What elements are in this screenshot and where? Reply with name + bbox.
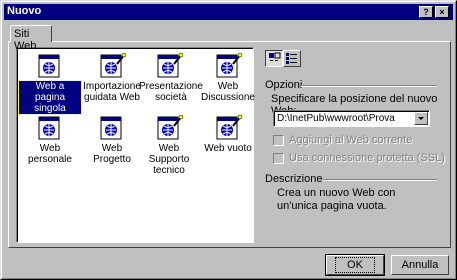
close-button[interactable]: × [435, 6, 449, 18]
add-to-current-label: Aggiungi al Web corrente [289, 134, 413, 146]
personal-web-icon [38, 116, 60, 140]
template-label: Presentazione società [139, 81, 203, 103]
discussion-web-icon [216, 52, 243, 78]
tab-siti-web[interactable]: Siti Web [10, 25, 52, 52]
template-list[interactable]: Web a pagina singola Importazione guidata… [16, 47, 255, 243]
options-divider [301, 85, 437, 87]
description-text: Crea un nuovo Web con un'unica pagina vu… [277, 187, 396, 212]
window-title: Nuovo [7, 5, 42, 17]
list-icon [286, 53, 297, 64]
cancel-button[interactable]: Annulla [391, 255, 449, 275]
template-item[interactable]: Web Discussione [197, 52, 259, 112]
location-combo[interactable]: D:\InetPub\wwwroot\Prova [273, 110, 430, 127]
large-icons-view-button[interactable] [265, 50, 283, 67]
single-page-web-icon [38, 54, 60, 78]
template-label: Web Discussione [201, 81, 255, 103]
template-item[interactable]: Presentazione società [138, 52, 203, 112]
template-label: Web Progetto [93, 143, 131, 165]
help-button[interactable]: ? [419, 6, 433, 18]
template-item[interactable]: Web vuoto [197, 114, 259, 174]
list-view-button[interactable] [283, 50, 301, 67]
description-divider [323, 179, 437, 181]
large-icons-icon [269, 52, 281, 61]
ok-button[interactable]: OK [325, 254, 385, 276]
template-label: Web a pagina singola [18, 80, 82, 115]
location-value: D:\InetPub\wwwroot\Prova [277, 113, 395, 124]
description-heading: Descrizione [265, 173, 323, 185]
secure-connection-checkbox[interactable] [273, 153, 284, 164]
template-label: Web vuoto [204, 143, 252, 154]
ok-button-label: OK [335, 257, 375, 273]
dropdown-arrow-icon[interactable] [414, 112, 428, 125]
cancel-button-label: Annulla [401, 259, 439, 271]
template-label: Web Supporto tecnico [148, 143, 190, 176]
add-to-current-checkbox[interactable] [273, 135, 284, 146]
project-web-icon [100, 116, 122, 140]
secure-connection-label: Usa connessione protetta (SSL) [289, 152, 445, 164]
title-bar[interactable]: Nuovo ? × [4, 4, 453, 20]
template-item[interactable]: Web Supporto tecnico [138, 114, 200, 176]
new-web-dialog: Nuovo ? × Siti Web Web a pagina singola I… [0, 0, 457, 280]
template-label: Importazione guidata Web [83, 81, 141, 103]
template-item[interactable]: Web Progetto [81, 114, 143, 174]
template-item[interactable]: Web a pagina singola [18, 52, 82, 115]
import-wizard-icon [100, 52, 127, 78]
company-presentation-icon [157, 52, 184, 78]
empty-web-icon [216, 114, 243, 140]
support-web-icon [157, 114, 184, 140]
template-item[interactable]: Web personale [19, 114, 81, 174]
options-heading: Opzioni [265, 79, 303, 91]
template-label: Web personale [28, 143, 72, 165]
template-item[interactable]: Importazione guidata Web [81, 52, 143, 112]
